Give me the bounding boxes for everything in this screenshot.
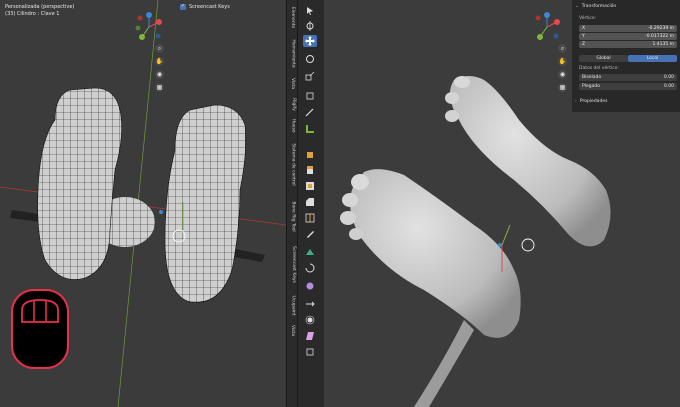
mouse-indicator	[11, 289, 69, 369]
sidebar-tabs: Elemento Herramienta Vista Rigify Hueso …	[286, 0, 298, 407]
checkbox-checked-icon[interactable]: ✓	[180, 3, 186, 10]
perspective-grid-icon[interactable]: ▦	[558, 83, 567, 92]
upper-toe[interactable]	[445, 110, 459, 122]
pan-hand-icon[interactable]: ✋	[155, 57, 164, 66]
chevron-down-icon: ⌄	[575, 4, 579, 9]
upper-toe[interactable]	[445, 92, 459, 104]
bevel-weight-field[interactable]: Biselado 0.00	[579, 74, 677, 81]
rip-tool-icon[interactable]	[303, 346, 317, 358]
lower-foot-mesh[interactable]	[350, 169, 521, 338]
scale-tool-icon[interactable]	[303, 70, 317, 82]
edge-slide-tool-icon[interactable]	[303, 298, 317, 310]
lower-toe[interactable]	[340, 211, 356, 225]
tab-ucupaint[interactable]: Ucupaint	[288, 290, 298, 320]
tab-sistema-de-control[interactable]: Sistema de control	[288, 136, 298, 192]
poly-build-tool-icon[interactable]	[303, 246, 317, 258]
transform-panel: ⌄ Transformación Vértice: X -0.29239 m Y…	[572, 0, 680, 112]
add-cube-tool-icon[interactable]	[303, 148, 317, 160]
screencast-keys-label: Screencast Keys	[189, 3, 230, 10]
gizmo-z-handle[interactable]	[498, 243, 502, 247]
3d-cursor[interactable]	[521, 238, 535, 252]
vertex-z-field[interactable]: Z 1.4135 m	[579, 41, 677, 48]
vertex-data-label: Datos del vértice:	[579, 66, 619, 71]
left-3d-viewport[interactable]: Personalizada (perspective) (33) Cilindr…	[0, 0, 286, 407]
tab-bone-rig-tool[interactable]: Bone Rig Tool	[288, 194, 298, 238]
tab-elemento[interactable]: Elemento	[288, 2, 298, 32]
zoom-icon[interactable]: ⌕	[155, 44, 164, 53]
local-toggle[interactable]: Local	[628, 55, 677, 62]
viewport-title: Personalizada (perspective)	[5, 4, 75, 10]
tab-screencast-keys[interactable]: Screencast Keys	[288, 240, 298, 288]
shrink-fatten-tool-icon[interactable]	[303, 314, 317, 326]
crease-field[interactable]: Plegado 0.00	[579, 83, 677, 90]
viewport-subtitle: (33) Cilindro : Clave 1	[5, 11, 60, 17]
zoom-icon[interactable]: ⌕	[558, 44, 567, 53]
extrude-tool-icon[interactable]	[303, 164, 317, 176]
tab-herramienta[interactable]: Herramienta	[288, 34, 298, 72]
annotate-tool-icon[interactable]	[303, 106, 317, 118]
properties-section-header[interactable]: › Propiedades	[575, 99, 607, 104]
gizmo-y-arrow[interactable]	[501, 224, 511, 246]
transform-section-header[interactable]: ⌄ Transformación	[575, 4, 616, 9]
tab-hueso[interactable]: Hueso	[288, 116, 298, 134]
perspective-grid-icon[interactable]: ▦	[155, 83, 164, 92]
vertex-y-field[interactable]: Y -0.017322 m	[579, 33, 677, 40]
gizmo-z-handle[interactable]	[159, 210, 163, 214]
left-viewport-scene[interactable]	[0, 0, 286, 407]
chevron-right-icon: ›	[575, 99, 577, 104]
tab-vista-2[interactable]: Vista	[288, 322, 298, 338]
pan-hand-icon[interactable]: ✋	[558, 57, 567, 66]
left-foot-mesh[interactable]	[37, 87, 122, 280]
right-foot-mesh[interactable]	[164, 104, 247, 303]
inset-tool-icon[interactable]	[303, 180, 317, 192]
tab-vista[interactable]: Vista	[288, 74, 298, 92]
tool-shelf	[298, 0, 324, 407]
spin-tool-icon[interactable]	[303, 262, 317, 274]
smooth-tool-icon[interactable]	[303, 280, 317, 292]
vertex-label: Vértice:	[579, 16, 597, 21]
rotate-tool-icon[interactable]	[303, 53, 317, 65]
shear-tool-icon[interactable]	[303, 330, 317, 342]
lower-toe[interactable]	[351, 174, 369, 190]
camera-icon[interactable]: ◉	[558, 70, 567, 79]
properties-title: Propiedades	[579, 99, 608, 104]
bevel-tool-icon[interactable]	[303, 196, 317, 208]
global-toggle[interactable]: Global	[579, 55, 628, 62]
lower-toe[interactable]	[349, 228, 363, 240]
measure-tool-icon[interactable]	[303, 123, 317, 135]
transform-title: Transformación	[581, 4, 617, 9]
knife-tool-icon[interactable]	[303, 228, 317, 240]
leg-mesh[interactable]	[414, 320, 474, 407]
move-tool-icon[interactable]	[303, 35, 317, 47]
upper-toe[interactable]	[454, 76, 470, 88]
lower-toe[interactable]	[342, 193, 358, 207]
tab-rigify[interactable]: Rigify	[288, 94, 298, 114]
cursor-tool-icon[interactable]	[303, 20, 317, 32]
navigation-gizmo-right[interactable]	[530, 10, 564, 44]
transform-tool-icon[interactable]	[303, 90, 317, 102]
screencast-keys-toggle[interactable]: ✓ Screencast Keys	[180, 2, 230, 11]
navigation-gizmo[interactable]	[132, 10, 166, 44]
camera-icon[interactable]: ◉	[155, 70, 164, 79]
loop-cut-tool-icon[interactable]	[303, 212, 317, 224]
select-tool-icon[interactable]	[303, 5, 317, 17]
vertex-x-field[interactable]: X -0.29239 m	[579, 25, 677, 32]
